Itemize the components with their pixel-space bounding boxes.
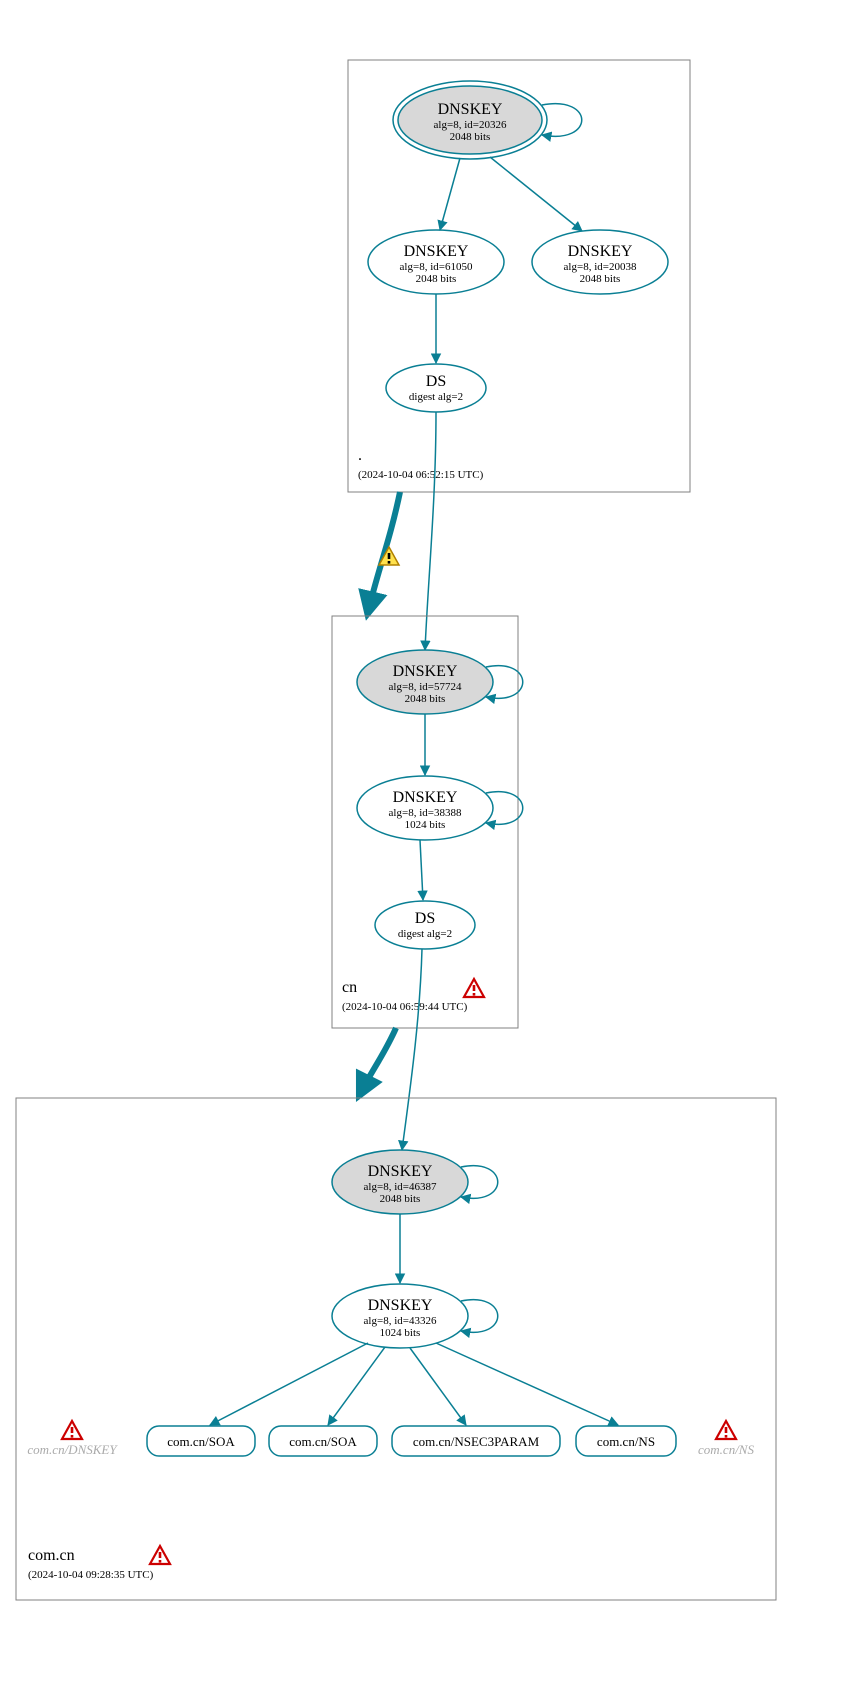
svg-text:digest alg=2: digest alg=2	[409, 391, 463, 403]
svg-text:com.cn/NSEC3PARAM: com.cn/NSEC3PARAM	[413, 1434, 540, 1449]
node-comcn-rr-ns[interactable]: com.cn/NS	[576, 1426, 676, 1456]
svg-text:digest alg=2: digest alg=2	[398, 928, 452, 940]
zone-cn-label: cn	[342, 979, 357, 996]
zone-root: . (2024-10-04 06:52:15 UTC) DNSKEY alg=8…	[348, 60, 690, 492]
svg-text:alg=8, id=38388: alg=8, id=38388	[389, 807, 462, 819]
node-root-zsk1[interactable]: DNSKEY alg=8, id=61050 2048 bits	[368, 230, 504, 294]
node-comcn-rr-soa2[interactable]: com.cn/SOA	[269, 1426, 377, 1456]
svg-text:com.cn/NS: com.cn/NS	[597, 1434, 655, 1449]
svg-text:alg=8, id=61050: alg=8, id=61050	[400, 261, 473, 273]
svg-text:alg=8, id=57724: alg=8, id=57724	[389, 681, 462, 693]
edge-deleg-root-cn-thick	[368, 492, 400, 612]
error-icon[interactable]	[150, 1546, 170, 1564]
ghost-node-ns: com.cn/NS	[698, 1442, 754, 1457]
error-icon[interactable]	[464, 979, 484, 997]
svg-text:alg=8, id=46387: alg=8, id=46387	[364, 1181, 437, 1193]
node-root-ds[interactable]: DS digest alg=2	[386, 364, 486, 412]
edge-comcn-zsk-rr1	[210, 1343, 368, 1425]
ghost-node-dnskey: com.cn/DNSKEY	[27, 1442, 118, 1457]
svg-text:com.cn/SOA: com.cn/SOA	[167, 1434, 235, 1449]
svg-text:DNSKEY: DNSKEY	[368, 1163, 433, 1180]
node-cn-ds[interactable]: DS digest alg=2	[375, 901, 475, 949]
svg-text:2048 bits: 2048 bits	[405, 693, 446, 705]
edge-deleg-cn-comcn-thick	[360, 1028, 396, 1094]
edge-root-ksk-zsk2	[490, 157, 582, 231]
svg-text:DS: DS	[426, 373, 446, 390]
svg-text:2048 bits: 2048 bits	[450, 131, 491, 143]
node-cn-ksk[interactable]: DNSKEY alg=8, id=57724 2048 bits	[357, 650, 493, 714]
svg-text:1024 bits: 1024 bits	[380, 1327, 421, 1339]
edge-root-ds-cn-ksk	[425, 412, 436, 650]
svg-text:DS: DS	[415, 910, 435, 927]
svg-text:DNSKEY: DNSKEY	[393, 789, 458, 806]
zone-comcn-timestamp: (2024-10-04 09:28:35 UTC)	[28, 1569, 154, 1581]
edge-root-ksk-self	[542, 104, 582, 137]
node-cn-zsk[interactable]: DNSKEY alg=8, id=38388 1024 bits	[357, 776, 493, 840]
zone-root-label: .	[358, 447, 362, 464]
svg-text:1024 bits: 1024 bits	[405, 819, 446, 831]
edge-comcn-zsk-rr4	[436, 1343, 618, 1425]
svg-text:alg=8, id=43326: alg=8, id=43326	[364, 1315, 437, 1327]
node-root-zsk2[interactable]: DNSKEY alg=8, id=20038 2048 bits	[532, 230, 668, 294]
edge-cn-ds-comcn-ksk	[402, 949, 422, 1150]
dnssec-delegation-diagram: . (2024-10-04 06:52:15 UTC) DNSKEY alg=8…	[0, 0, 868, 1698]
error-icon[interactable]	[62, 1421, 82, 1439]
node-comcn-ksk[interactable]: DNSKEY alg=8, id=46387 2048 bits	[332, 1150, 468, 1214]
node-root-ksk[interactable]: DNSKEY alg=8, id=20326 2048 bits	[393, 81, 547, 159]
error-icon[interactable]	[716, 1421, 736, 1439]
node-comcn-zsk[interactable]: DNSKEY alg=8, id=43326 1024 bits	[332, 1284, 468, 1348]
edge-root-ksk-zsk1	[440, 158, 460, 230]
edge-comcn-zsk-rr3	[410, 1348, 466, 1425]
edge-cn-zsk-ds	[420, 840, 423, 900]
svg-text:2048 bits: 2048 bits	[380, 1193, 421, 1205]
svg-text:com.cn/SOA: com.cn/SOA	[289, 1434, 357, 1449]
node-comcn-rr-nsec3param[interactable]: com.cn/NSEC3PARAM	[392, 1426, 560, 1456]
svg-text:DNSKEY: DNSKEY	[404, 243, 469, 260]
node-comcn-rr-soa1[interactable]: com.cn/SOA	[147, 1426, 255, 1456]
zone-cn: cn (2024-10-04 06:59:44 UTC) DNSKEY alg=…	[332, 616, 523, 1028]
svg-text:2048 bits: 2048 bits	[416, 273, 457, 285]
svg-text:DNSKEY: DNSKEY	[438, 101, 503, 118]
svg-text:2048 bits: 2048 bits	[580, 273, 621, 285]
zone-root-timestamp: (2024-10-04 06:52:15 UTC)	[358, 469, 484, 481]
svg-text:DNSKEY: DNSKEY	[393, 663, 458, 680]
svg-text:DNSKEY: DNSKEY	[568, 243, 633, 260]
zone-comcn: com.cn (2024-10-04 09:28:35 UTC) DNSKEY …	[16, 1098, 776, 1600]
svg-text:DNSKEY: DNSKEY	[368, 1297, 433, 1314]
svg-text:alg=8, id=20326: alg=8, id=20326	[434, 119, 507, 131]
zone-cn-timestamp: (2024-10-04 06:59:44 UTC)	[342, 1001, 468, 1013]
zone-comcn-label: com.cn	[28, 1547, 75, 1564]
svg-text:alg=8, id=20038: alg=8, id=20038	[564, 261, 637, 273]
